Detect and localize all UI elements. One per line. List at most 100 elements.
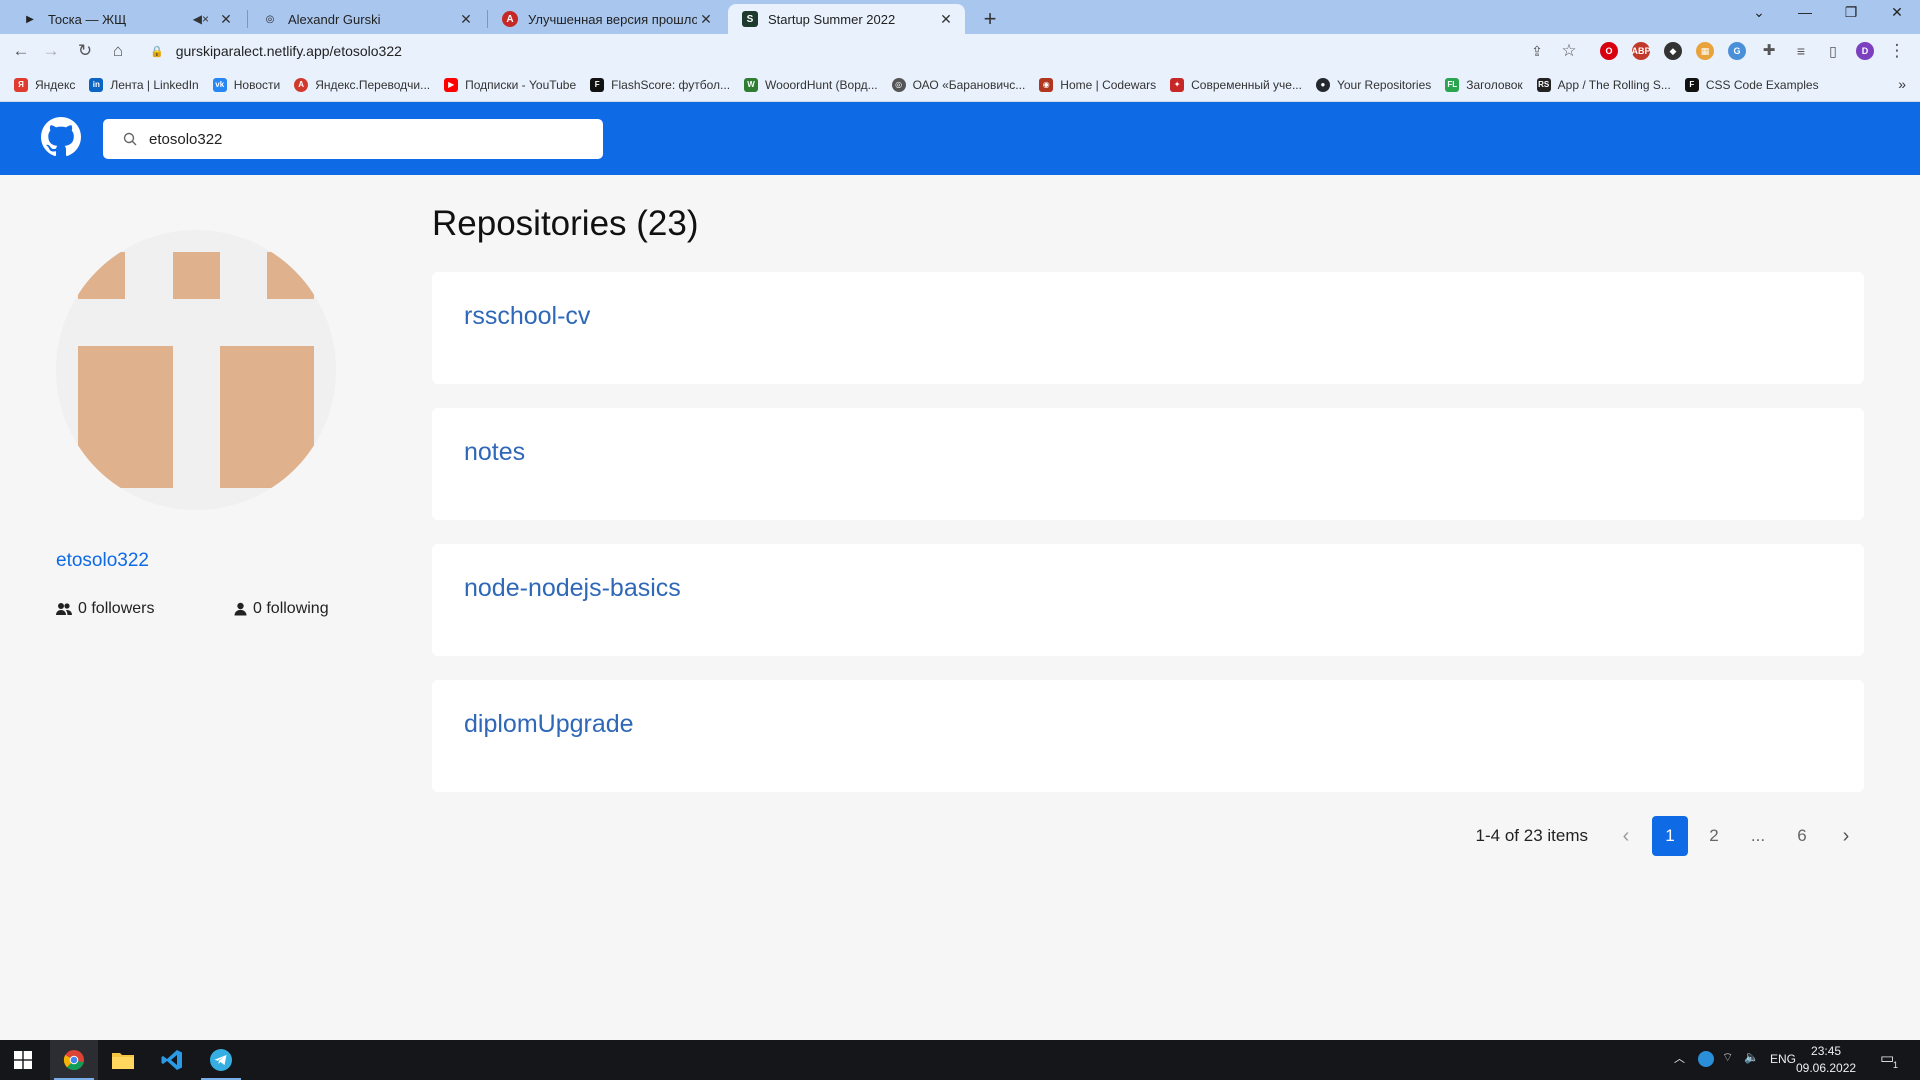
puzzle-extensions-icon[interactable]: ✚ <box>1758 40 1780 62</box>
close-tab-icon[interactable]: ✕ <box>697 11 715 28</box>
input-language[interactable]: ENG <box>1770 1052 1796 1066</box>
profile-username-link[interactable]: etosolo322 <box>56 550 149 572</box>
folder-icon <box>112 1053 134 1069</box>
next-page-chevron-icon[interactable]: › <box>1828 816 1864 856</box>
page-ellipsis[interactable]: ... <box>1740 816 1776 856</box>
opera-extension-icon[interactable]: O <box>1600 42 1618 60</box>
user-search-box[interactable] <box>103 119 603 159</box>
new-tab-button[interactable]: + <box>978 6 1002 32</box>
side-panel-icon[interactable]: ▯ <box>1822 40 1844 62</box>
bookmark-label: Your Repositories <box>1336 77 1432 92</box>
repo-link[interactable]: node-nodejs-basics <box>464 574 681 603</box>
tray-app-icon[interactable] <box>1698 1051 1714 1067</box>
repo-card: node-nodejs-basics <box>432 544 1864 656</box>
followers-label: 0 followers <box>78 600 155 617</box>
tab-search-icon[interactable]: ⌄ <box>1744 4 1774 21</box>
back-arrow-icon[interactable]: ← <box>10 40 32 62</box>
browser-tab[interactable]: A Улучшенная версия прошлого ✕ <box>488 4 725 34</box>
address-url[interactable]: gurskiparalect.netlify.app/etosolo322 <box>176 43 402 59</box>
repo-card: rsschool-cv <box>432 272 1864 384</box>
bookmark-label: App / The Rolling S... <box>1557 77 1671 92</box>
bookmark-favicon: Я <box>14 77 28 92</box>
followers-icon <box>56 603 72 615</box>
bookmark-star-icon[interactable]: ☆ <box>1558 40 1580 62</box>
address-bar[interactable]: 🔒 gurskiparalect.netlify.app/etosolo322 <box>140 37 1570 65</box>
github-logo-icon[interactable] <box>41 117 81 157</box>
taskbar-clock[interactable]: 23:45 09.06.2022 <box>1796 1043 1856 1077</box>
bookmark-item[interactable]: A Яндекс.Переводчи... <box>294 77 430 92</box>
speaker-muted-icon[interactable]: ◀× <box>193 12 209 26</box>
share-icon[interactable]: ⇪ <box>1526 40 1548 62</box>
avatar-gap <box>173 346 220 394</box>
close-window-button[interactable]: ✕ <box>1882 4 1912 21</box>
browser-tab[interactable]: ▶ Тоска — ЖЩ ◀× ✕ <box>8 4 245 34</box>
bookmark-item[interactable]: RS App / The Rolling S... <box>1536 77 1671 92</box>
youtube-icon: ▶ <box>444 77 459 92</box>
repo-link[interactable]: rsschool-cv <box>464 302 590 331</box>
bookmark-label: ОАО «Барановичс... <box>912 77 1026 92</box>
bookmark-item[interactable]: W WooordHunt (Ворд... <box>744 77 878 92</box>
globe-icon: ◎ <box>891 77 906 92</box>
bookmark-item[interactable]: F FlashScore: футбол... <box>590 77 730 92</box>
clock-time: 23:45 <box>1811 1044 1842 1058</box>
extension-icon[interactable]: ▦ <box>1696 42 1714 60</box>
close-tab-icon[interactable]: ✕ <box>457 11 475 28</box>
volume-icon[interactable]: 🔈 <box>1744 1050 1759 1064</box>
rolling-scopes-icon: RS <box>1536 77 1551 92</box>
bookmark-item[interactable]: ✦ Современный уче... <box>1170 77 1302 92</box>
following-icon <box>234 602 247 616</box>
minimize-button[interactable]: — <box>1790 4 1820 20</box>
tray-chevron-icon[interactable]: ︿ <box>1674 1050 1685 1066</box>
bookmark-label: Подписки - YouTube <box>465 77 577 92</box>
bookmark-item[interactable]: ◎ ОАО «Барановичс... <box>891 77 1026 92</box>
bookmark-item[interactable]: in Лента | LinkedIn <box>89 77 199 92</box>
taskbar-chrome[interactable] <box>50 1040 98 1080</box>
tab-title: Улучшенная версия прошлого <box>528 11 697 27</box>
home-icon[interactable]: ⌂ <box>107 40 129 62</box>
codewars-icon: ◉ <box>1039 77 1054 92</box>
page-button-current[interactable]: 1 <box>1652 816 1688 856</box>
followers-count: 0 followers <box>56 600 154 618</box>
browser-tab[interactable]: ◎ Alexandr Gurski ✕ <box>248 4 485 34</box>
repo-card: notes <box>432 408 1864 520</box>
repo-link[interactable]: diplomUpgrade <box>464 710 634 739</box>
repo-link[interactable]: notes <box>464 438 525 467</box>
profile-avatar[interactable]: D <box>1856 42 1874 60</box>
bookmark-item[interactable]: Я Яндекс <box>14 77 75 92</box>
maximize-button[interactable]: ❐ <box>1836 4 1866 21</box>
more-bookmarks-icon[interactable]: » <box>1898 76 1906 92</box>
translate-extension-icon[interactable]: G <box>1728 42 1746 60</box>
bookmark-item[interactable]: ▶ Подписки - YouTube <box>444 77 577 92</box>
telegram-icon <box>210 1049 232 1071</box>
taskbar-file-explorer[interactable] <box>99 1040 147 1080</box>
bookmark-item[interactable]: F CSS Code Examples <box>1684 77 1819 92</box>
page-button[interactable]: 2 <box>1696 816 1732 856</box>
bookmark-item[interactable]: vk Новости <box>212 77 280 92</box>
page-button[interactable]: 6 <box>1784 816 1820 856</box>
search-icon <box>123 132 137 146</box>
bookmark-item[interactable]: FL Заголовок <box>1445 77 1523 92</box>
adblock-extension-icon[interactable]: ABP <box>1632 42 1651 60</box>
forward-arrow-icon[interactable]: → <box>40 40 62 62</box>
extension-icon[interactable]: ◆ <box>1664 42 1682 60</box>
close-tab-icon[interactable]: ✕ <box>937 11 955 28</box>
taskbar-telegram[interactable] <box>197 1040 245 1080</box>
avatar-pixel <box>267 252 314 299</box>
taskbar-vscode[interactable] <box>148 1040 196 1080</box>
bookmark-item[interactable]: ● Your Repositories <box>1315 77 1432 92</box>
close-tab-icon[interactable]: ✕ <box>217 11 235 28</box>
avatar-pixel <box>220 394 314 488</box>
reading-list-icon[interactable]: ≡ <box>1790 40 1812 62</box>
translator-icon: A <box>502 11 518 27</box>
reload-icon[interactable]: ↻ <box>74 40 96 62</box>
kebab-menu-icon[interactable]: ⋮ <box>1886 40 1908 62</box>
globe-icon: ◎ <box>265 13 275 25</box>
wifi-icon[interactable]: ⌔ <box>1722 1050 1733 1065</box>
windows-start-icon[interactable] <box>14 1051 32 1069</box>
prev-page-chevron-icon[interactable]: ‹ <box>1608 816 1644 856</box>
avatar-pixel <box>78 394 173 488</box>
bookmark-item[interactable]: ◉ Home | Codewars <box>1039 77 1156 92</box>
browser-tab-active[interactable]: S Startup Summer 2022 ✕ <box>728 4 965 34</box>
search-input[interactable] <box>149 130 569 148</box>
tab-title: Тоска — ЖЩ <box>48 11 127 27</box>
